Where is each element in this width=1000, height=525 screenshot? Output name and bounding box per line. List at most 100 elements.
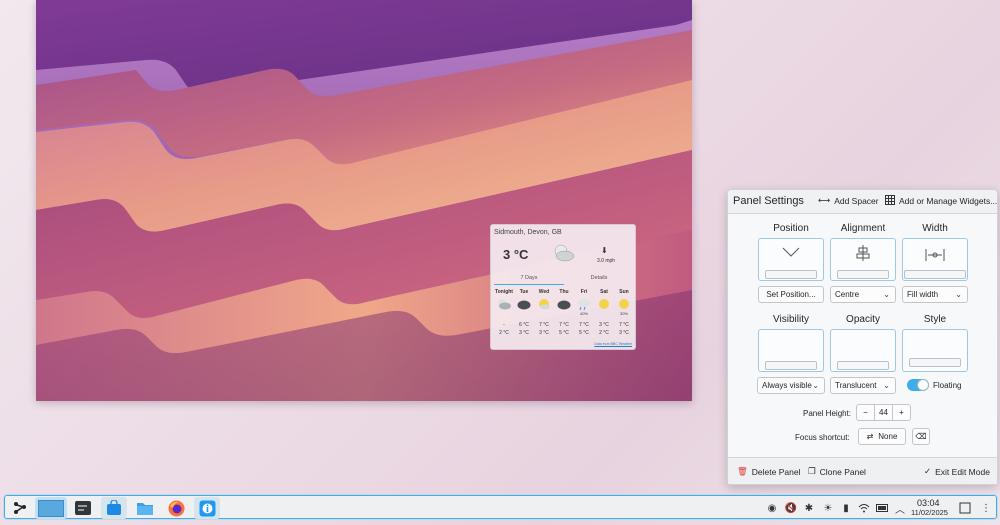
focus-shortcut-label: Focus shortcut: <box>795 433 850 442</box>
floating-panel-preview <box>909 358 961 367</box>
focus-shortcut-value: None <box>878 432 898 441</box>
day-high: 7 °C <box>619 322 629 328</box>
copy-icon: ❐ <box>808 466 816 476</box>
day-high: 3 °C <box>599 322 609 328</box>
firefox-icon <box>168 500 184 516</box>
add-spacer-button[interactable]: ⟷ Add Spacer <box>818 195 879 206</box>
clock-time[interactable]: 03:04 <box>917 498 940 508</box>
wifi-icon[interactable] <box>858 502 870 514</box>
taskbar: ◉ 🔇 ✱ ☀ ▮ ︿ 03:04 11/02/2025 ⋮ <box>3 494 998 520</box>
weather-location: Sidmouth, Devon, GB <box>494 229 562 236</box>
rain-cloud-icon <box>574 297 594 311</box>
checkmark-icon: ✓ <box>924 466 932 476</box>
chevron-down-icon: ⌄ <box>883 290 890 299</box>
brightness-icon[interactable]: ☀ <box>822 502 834 514</box>
cloudy-night-icon <box>494 297 514 311</box>
add-widgets-button[interactable]: Add or Manage Widgets... <box>885 195 997 207</box>
plus-icon[interactable]: + <box>893 408 910 417</box>
battery-icon-glyph <box>876 504 888 512</box>
visibility-select[interactable]: Always visible ⌄ <box>757 377 825 394</box>
chevron-down-icon <box>759 247 823 257</box>
panel-height-spinbox[interactable]: − 44 + <box>856 404 911 421</box>
chevron-down-icon: ⌄ <box>883 381 890 390</box>
day-low: 3 °C <box>519 330 529 336</box>
opacity-select[interactable]: Translucent ⌄ <box>830 377 896 394</box>
weather-credit-link[interactable]: Data from BBC Weather <box>594 342 632 346</box>
chevron-up-icon[interactable]: ︿ <box>894 502 906 516</box>
alignment-value: Centre <box>835 290 860 299</box>
exit-edit-mode-button[interactable]: ✓ Exit Edit Mode <box>924 466 990 477</box>
forecast-day: Tue 6 °C 3 °C <box>514 289 534 338</box>
fill-width-icon <box>903 249 967 261</box>
day-low: 2 °C <box>599 330 609 336</box>
weather-wind: 3.0 mph <box>597 258 616 264</box>
clear-shortcut-button[interactable]: ⌫ <box>912 428 930 445</box>
tab-details[interactable]: Details <box>564 272 634 285</box>
precip-probability <box>594 311 614 318</box>
peek-desktop-glyph <box>959 502 971 514</box>
trash-icon: 🗑 <box>737 466 748 476</box>
floating-toggle[interactable] <box>907 379 929 391</box>
virtual-desktop-1[interactable] <box>38 499 64 517</box>
task-firefox[interactable] <box>163 497 189 519</box>
wind-direction-icon: ⬇ <box>601 246 608 255</box>
exit-edit-mode-label: Exit Edit Mode <box>935 466 990 477</box>
task-file-manager[interactable] <box>132 497 158 519</box>
day-high: 6 °C <box>519 322 529 328</box>
alignment-preview[interactable] <box>830 238 896 281</box>
task-info-center[interactable] <box>194 497 220 519</box>
day-name: Thu <box>559 289 569 295</box>
show-desktop-icon[interactable] <box>959 502 971 514</box>
position-preview[interactable] <box>758 238 824 281</box>
visibility-preview[interactable] <box>758 329 824 372</box>
task-discover[interactable] <box>101 497 127 519</box>
day-low: 3 °C <box>539 330 549 336</box>
sun-cloud-icon <box>534 297 554 311</box>
clone-panel-button[interactable]: ❐ Clone Panel <box>808 466 866 477</box>
chevron-down-icon: ⌄ <box>955 290 962 299</box>
overflow-menu-icon[interactable]: ⋮ <box>980 502 992 514</box>
style-preview[interactable] <box>902 329 968 372</box>
day-name: Sat <box>600 289 608 295</box>
day-high: 7 °C <box>579 322 589 328</box>
panel-height-value[interactable]: 44 <box>875 408 892 417</box>
forecast-day: Wed 7 °C 3 °C <box>534 289 554 338</box>
position-title: Position <box>773 223 809 234</box>
accessibility-icon[interactable]: ◉ <box>766 502 778 514</box>
backspace-icon: ⌫ <box>915 432 927 441</box>
focus-shortcut-button[interactable]: ⇄ None <box>858 428 906 445</box>
opacity-preview[interactable] <box>830 329 896 372</box>
alignment-title: Alignment <box>840 223 886 234</box>
day-name: Wed <box>538 289 550 295</box>
day-low: 5 °C <box>579 330 589 336</box>
desktop[interactable]: Sidmouth, Devon, GB 3 °C ⬇ 3.0 mph 7 Day… <box>0 0 1000 490</box>
task-system-settings[interactable] <box>70 497 96 519</box>
minus-icon[interactable]: − <box>857 408 874 417</box>
delete-panel-button[interactable]: 🗑 Delete Panel <box>737 466 800 477</box>
volume-muted-icon[interactable]: 🔇 <box>785 502 797 514</box>
tab-7-days[interactable]: 7 Days <box>494 272 564 285</box>
usb-device-icon[interactable]: ▮ <box>840 502 852 514</box>
precip-probability: 40% <box>579 311 588 316</box>
kde-launcher-icon <box>14 502 26 514</box>
delete-panel-label: Delete Panel <box>751 466 801 477</box>
precip-probability <box>494 311 514 318</box>
bluetooth-icon[interactable]: ✱ <box>803 502 815 514</box>
toggle-knob <box>917 379 929 391</box>
alignment-select[interactable]: Centre ⌄ <box>830 286 896 303</box>
weather-widget[interactable]: Sidmouth, Devon, GB 3 °C ⬇ 3.0 mph 7 Day… <box>490 224 636 350</box>
panel-settings-header: Panel Settings ⟷ Add Spacer Add or Manag… <box>728 190 997 214</box>
width-select[interactable]: Fill width ⌄ <box>902 286 968 303</box>
battery-icon[interactable] <box>876 502 888 514</box>
desktop-pager[interactable] <box>35 497 67 519</box>
width-preview[interactable] <box>902 238 968 281</box>
sun-icon <box>614 297 634 311</box>
style-title: Style <box>923 314 947 325</box>
day-name: Tonight <box>495 289 513 295</box>
width-value: Fill width <box>907 290 939 299</box>
spacer-icon: ⟷ <box>818 195 831 205</box>
day-name: Tue <box>519 289 529 295</box>
set-position-button[interactable]: Set Position... <box>758 286 824 303</box>
app-launcher-button[interactable] <box>7 497 33 519</box>
clock-date[interactable]: 11/02/2025 <box>911 508 948 517</box>
